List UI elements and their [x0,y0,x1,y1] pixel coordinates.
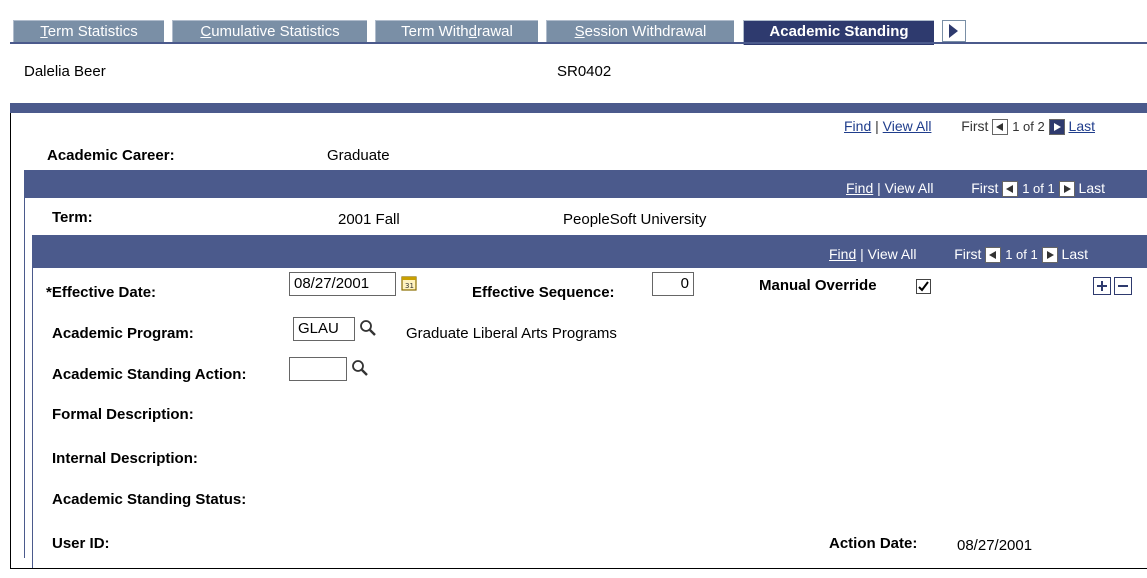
nav-separator: | [875,118,879,134]
plus-icon [1097,281,1107,291]
tab-label-rest: ession Withdrawal [584,23,707,40]
minus-icon [1118,285,1128,287]
standing-frame-border [32,268,33,568]
student-id: SR0402 [557,63,612,80]
next-button[interactable] [1048,119,1065,136]
academic-career-label: Academic Career: [47,147,175,164]
search-icon[interactable] [351,359,369,377]
tab-label-pre: Term With [401,23,469,40]
tab-accel: S [574,23,585,40]
manual-override-checkbox[interactable] [916,279,931,294]
previous-button[interactable] [985,247,1002,264]
tab-label-rest: erm Statistics [47,23,138,40]
action-date-value: 08/27/2001 [957,537,1033,554]
tab-label: Academic Standing [769,23,909,40]
academic-career-value: Graduate [327,147,390,164]
checkmark-icon [918,281,929,292]
view-all-link[interactable]: View All [883,118,932,134]
find-link[interactable]: Find [829,246,856,262]
manual-override-label: Manual Override [759,277,877,294]
effective-sequence-label: Effective Sequence: [472,284,615,301]
last-link[interactable]: Last [1069,118,1095,134]
career-nav: Find | View All First 1 of 2 Last [844,115,1095,137]
search-icon[interactable] [359,319,377,337]
standing-action-input[interactable] [289,357,347,381]
delete-row-button[interactable] [1114,277,1132,295]
chevron-left-icon [1006,185,1014,194]
term-label: Term: [52,209,93,226]
svg-text:31: 31 [405,282,414,290]
term-nav: Find | View All First 1 of 1 Last [846,177,1105,199]
effective-date-label: *Effective Date: [46,284,157,301]
tab-term-statistics[interactable]: Term Statistics [13,20,164,43]
standing-row-nav: Find | View All First 1 of 1 Last [829,243,1088,265]
tab-label-rest: rawal [476,23,513,40]
chevron-left-icon [989,251,997,260]
effective-date-input[interactable]: 08/27/2001 [289,272,396,296]
tab-cumulative-statistics[interactable]: Cumulative Statistics [172,20,367,43]
chevron-right-icon [949,24,958,38]
row-count: 1 of 2 [1012,119,1045,134]
academic-program-input[interactable]: GLAU [293,317,355,341]
tab-underline [10,42,1147,44]
institution-value: PeopleSoft University [563,211,707,228]
view-all-link[interactable]: View All [868,246,917,262]
effective-sequence-input[interactable]: 0 [652,272,694,296]
tab-accel: C [200,23,212,40]
row-count: 1 of 1 [1022,181,1055,196]
chevron-right-icon [1063,185,1071,194]
user-id-label: User ID: [52,535,110,552]
tab-term-withdrawal[interactable]: Term Withdrawal [375,20,538,43]
formal-description-label: Formal Description: [52,406,194,423]
calendar-icon[interactable]: 31 [400,274,418,292]
last-label: Last [1078,180,1105,196]
career-header-band [10,103,1147,113]
first-label: First [954,246,982,262]
add-row-button[interactable] [1093,277,1111,295]
nav-separator: | [860,246,864,262]
next-button[interactable] [1058,181,1075,198]
first-label: First [961,118,989,134]
academic-program-description: Graduate Liberal Arts Programs [406,325,617,342]
previous-button[interactable] [992,119,1009,136]
action-date-label: Action Date: [829,535,918,552]
standing-status-label: Academic Standing Status: [52,491,247,508]
chevron-right-icon [1046,251,1054,260]
next-tab-button[interactable] [942,20,966,42]
find-link[interactable]: Find [844,118,871,134]
view-all-link[interactable]: View All [885,180,934,196]
tab-accel: T [40,23,48,40]
student-name: Dalelia Beer [24,63,106,80]
term-value: 2001 Fall [338,211,400,228]
previous-button[interactable] [1002,181,1019,198]
first-label: First [971,180,999,196]
tab-session-withdrawal[interactable]: Session Withdrawal [546,20,734,43]
tab-label-rest: umulative Statistics [211,23,340,40]
chevron-left-icon [996,123,1004,132]
internal-description-label: Internal Description: [52,450,198,467]
standing-action-label: Academic Standing Action: [52,366,247,383]
nav-separator: | [877,180,881,196]
chevron-right-icon [1053,123,1061,132]
find-link[interactable]: Find [846,180,873,196]
academic-program-label: Academic Program: [52,325,194,342]
next-button[interactable] [1041,247,1058,264]
last-label: Last [1061,246,1088,262]
term-frame-border [24,198,25,558]
tab-accel: d [468,23,477,40]
row-count: 1 of 1 [1005,247,1038,262]
